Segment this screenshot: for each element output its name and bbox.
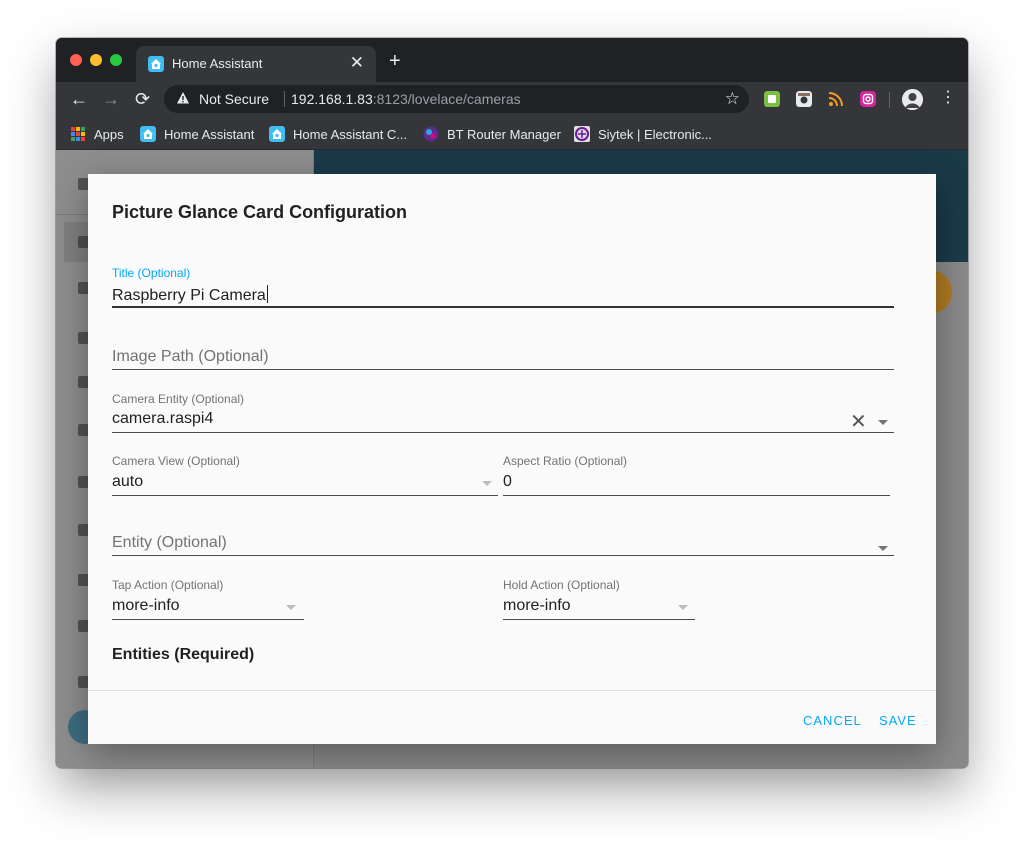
reload-icon[interactable]: ⟳ (135, 89, 150, 109)
hold-action-field[interactable]: Hold Action (Optional) more-info (503, 578, 695, 620)
extension-green-icon[interactable] (764, 91, 780, 107)
camera-view-value: auto (112, 473, 144, 490)
entity-underline (112, 555, 894, 556)
browser-toolbar: ← → ⟳ Not Secure 192.168.1.83:8123/lovel… (56, 82, 968, 116)
camera-entity-field[interactable]: Camera Entity (Optional) camera.raspi4 ✕ (112, 392, 894, 434)
aspect-ratio-underline (503, 495, 890, 496)
clear-icon[interactable]: ✕ (850, 412, 867, 432)
camera-entity-label: Camera Entity (Optional) (112, 392, 245, 406)
tap-action-value: more-info (112, 597, 180, 614)
forward-arrow-icon[interactable]: → (102, 89, 120, 109)
aspect-ratio-label: Aspect Ratio (Optional) (503, 454, 628, 468)
security-status[interactable]: Not Secure (199, 91, 269, 107)
camera-view-field[interactable]: Camera View (Optional) auto (112, 454, 498, 496)
tap-action-underline (112, 619, 304, 620)
dialog-footer: CANCEL SAVE (88, 690, 936, 744)
url-path: :8123/lovelace/cameras (372, 91, 521, 107)
title-field[interactable]: Title (Optional) Raspberry Pi Camera (112, 266, 894, 310)
bookmark-label: Apps (94, 126, 124, 142)
home-assistant-icon (269, 126, 285, 142)
back-arrow-icon[interactable]: ← (70, 89, 88, 109)
bookmark-star-icon[interactable]: ☆ (725, 89, 740, 109)
image-path-underline (112, 369, 894, 370)
warning-triangle-icon (177, 92, 189, 104)
title-field-text: Raspberry Pi Camera (112, 287, 266, 304)
hold-action-value: more-info (503, 597, 571, 614)
bookmarks-bar: Apps Home Assistant Home Assistant C... … (56, 116, 968, 150)
chevron-down-icon[interactable] (482, 481, 492, 486)
entity-field[interactable]: Entity (Optional) (112, 532, 894, 558)
tab-close-icon[interactable]: ✕ (350, 53, 364, 73)
camera-entity-underline (112, 432, 894, 433)
dialog-title: Picture Glance Card Configuration (112, 202, 408, 222)
bookmark-home-assistant-community[interactable]: Home Assistant C... (269, 125, 407, 143)
entity-placeholder: Entity (Optional) (112, 534, 227, 551)
toolbar-divider (889, 92, 890, 108)
new-tab-button[interactable]: + (389, 51, 401, 71)
chevron-down-icon[interactable] (678, 605, 688, 610)
chevron-down-icon[interactable] (286, 605, 296, 610)
entities-section-title: Entities (Required) (112, 646, 255, 663)
bookmark-label: BT Router Manager (447, 126, 561, 142)
card-config-dialog: Picture Glance Card Configuration Title … (88, 174, 936, 744)
maximize-window-button[interactable] (110, 54, 122, 66)
siytek-icon (574, 126, 590, 142)
bookmark-label: Home Assistant (164, 126, 255, 142)
url-host: 192.168.1.83 (291, 91, 373, 107)
bookmark-apps[interactable]: Apps (70, 125, 124, 143)
tap-action-label: Tap Action (Optional) (112, 578, 224, 592)
tab-strip: Home Assistant ✕ + (56, 38, 968, 82)
hold-action-underline (503, 619, 695, 620)
hold-action-label: Hold Action (Optional) (503, 578, 620, 592)
text-caret (266, 285, 268, 303)
chevron-down-icon[interactable] (878, 420, 888, 425)
url-text[interactable]: 192.168.1.83:8123/lovelace/cameras (291, 91, 521, 107)
aspect-ratio-value: 0 (503, 473, 512, 490)
address-bar[interactable]: Not Secure 192.168.1.83:8123/lovelace/ca… (164, 85, 749, 113)
close-window-button[interactable] (70, 54, 82, 66)
instagram-extension-icon[interactable] (860, 91, 876, 107)
camera-view-label: Camera View (Optional) (112, 454, 240, 468)
tap-action-field[interactable]: Tap Action (Optional) more-info (112, 578, 304, 620)
tab-home-assistant[interactable]: Home Assistant ✕ (136, 46, 376, 82)
rss-feed-icon[interactable] (828, 91, 844, 107)
title-field-underline (112, 306, 894, 308)
camera-entity-value: camera.raspi4 (112, 410, 214, 427)
image-path-field[interactable]: Image Path (Optional) (112, 346, 894, 372)
bookmark-bt-router-manager[interactable]: BT Router Manager (423, 125, 561, 143)
chevron-down-icon[interactable] (878, 546, 888, 551)
title-field-label: Title (Optional) (112, 266, 191, 280)
address-divider (284, 91, 285, 107)
profile-avatar-icon[interactable] (902, 89, 923, 110)
camera-extension-icon[interactable] (796, 91, 812, 107)
apps-grid-icon (71, 127, 85, 141)
title-field-value[interactable]: Raspberry Pi Camera (112, 285, 268, 305)
aspect-ratio-field[interactable]: Aspect Ratio (Optional) 0 (503, 454, 890, 496)
cancel-button[interactable]: CANCEL (803, 713, 862, 728)
camera-view-underline (112, 495, 498, 496)
minimize-window-button[interactable] (90, 54, 102, 66)
bookmark-siytek[interactable]: Siytek | Electronic... (574, 125, 712, 143)
browser-menu-icon[interactable]: ⋮ (940, 88, 956, 108)
bookmark-label: Siytek | Electronic... (598, 126, 712, 142)
bt-router-icon (423, 126, 439, 142)
home-assistant-icon (140, 126, 156, 142)
home-assistant-icon (148, 56, 164, 72)
image-path-placeholder: Image Path (Optional) (112, 348, 269, 365)
bookmark-label: Home Assistant C... (293, 126, 408, 142)
bookmark-home-assistant[interactable]: Home Assistant (140, 125, 254, 143)
save-button[interactable]: SAVE (879, 713, 917, 728)
tab-title: Home Assistant (172, 56, 263, 71)
